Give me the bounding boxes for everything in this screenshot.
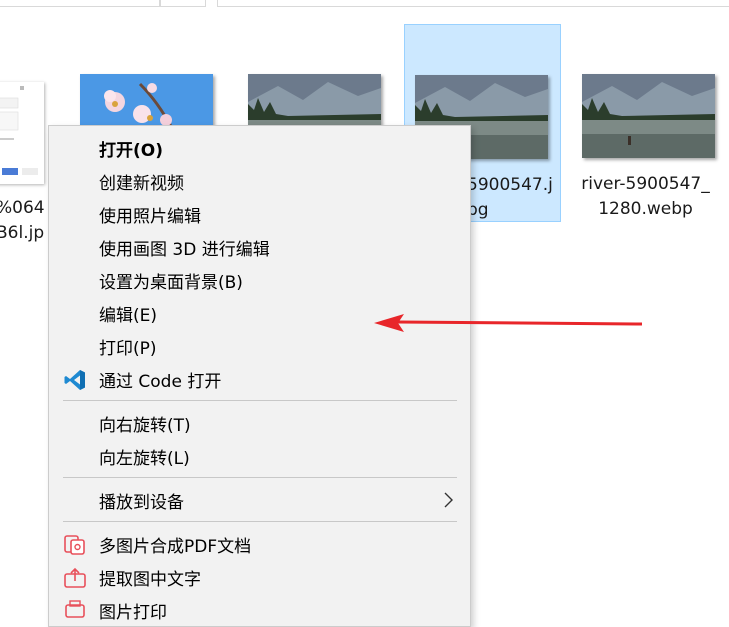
nav-button-edge[interactable] — [160, 0, 206, 7]
menu-item-open[interactable]: 打开(O) — [49, 132, 470, 164]
menu-item-edit-with-photos[interactable]: 使用照片编辑 — [49, 198, 470, 230]
file-item-river-webp[interactable]: river-5900547_ 1280.webp — [572, 24, 729, 222]
menu-separator — [63, 477, 457, 478]
file-name: river-5900547_ 1280.webp — [581, 174, 710, 219]
menu-item-cast-to-device[interactable]: 播放到设备 — [49, 484, 470, 516]
menu-item-set-as-background[interactable]: 设置为桌面背景(B) — [49, 264, 470, 296]
menu-item-label: 创建新视频 — [99, 174, 184, 194]
annotation-arrow-icon — [374, 314, 643, 332]
address-bar-edge[interactable] — [0, 0, 160, 7]
menu-item-create-video[interactable]: 创建新视频 — [49, 165, 470, 197]
menu-item-label: 播放到设备 — [99, 493, 184, 513]
menu-item-label: 打开(O) — [99, 141, 163, 161]
river-thumbnail — [582, 74, 715, 158]
menu-item-label: 使用画图 3D 进行编辑 — [99, 240, 270, 260]
image-print-icon — [63, 599, 87, 623]
menu-item-label: 多图片合成PDF文档 — [99, 537, 252, 557]
menu-item-label: 使用照片编辑 — [99, 207, 201, 227]
text-extract-icon — [63, 566, 87, 590]
menu-item-label: 设置为桌面背景(B) — [99, 273, 243, 293]
menu-item-label: 通过 Code 打开 — [99, 372, 222, 392]
menu-item-label: 提取图中文字 — [99, 570, 201, 590]
file-name: %064 B6l.jp — [0, 198, 45, 243]
menu-item-label: 向右旋转(T) — [99, 416, 191, 436]
menu-item-rotate-left[interactable]: 向左旋转(L) — [49, 440, 470, 472]
menu-item-open-with-code[interactable]: 通过 Code 打开 — [49, 363, 470, 395]
menu-item-image-print[interactable]: 图片打印 — [49, 594, 470, 626]
vscode-icon — [63, 368, 87, 392]
menu-item-rotate-right[interactable]: 向右旋转(T) — [49, 407, 470, 439]
menu-item-label: 图片打印 — [99, 603, 167, 623]
context-menu: 打开(O) 创建新视频 使用照片编辑 使用画图 3D 进行编辑 设置为桌面背景(… — [48, 125, 471, 627]
menu-separator — [63, 521, 457, 522]
search-box-edge[interactable] — [217, 0, 729, 7]
dialog-thumbnail — [0, 82, 44, 184]
menu-separator — [63, 400, 457, 401]
menu-item-extract-text[interactable]: 提取图中文字 — [49, 561, 470, 593]
menu-item-label: 编辑(E) — [99, 306, 158, 326]
pdf-merge-icon — [63, 533, 87, 557]
chevron-right-icon — [438, 490, 458, 510]
menu-item-label: 向左旋转(L) — [99, 449, 190, 469]
menu-item-label: 打印(P) — [99, 339, 157, 359]
menu-item-merge-pdf[interactable]: 多图片合成PDF文档 — [49, 528, 470, 560]
menu-item-edit-with-paint3d[interactable]: 使用画图 3D 进行编辑 — [49, 231, 470, 263]
